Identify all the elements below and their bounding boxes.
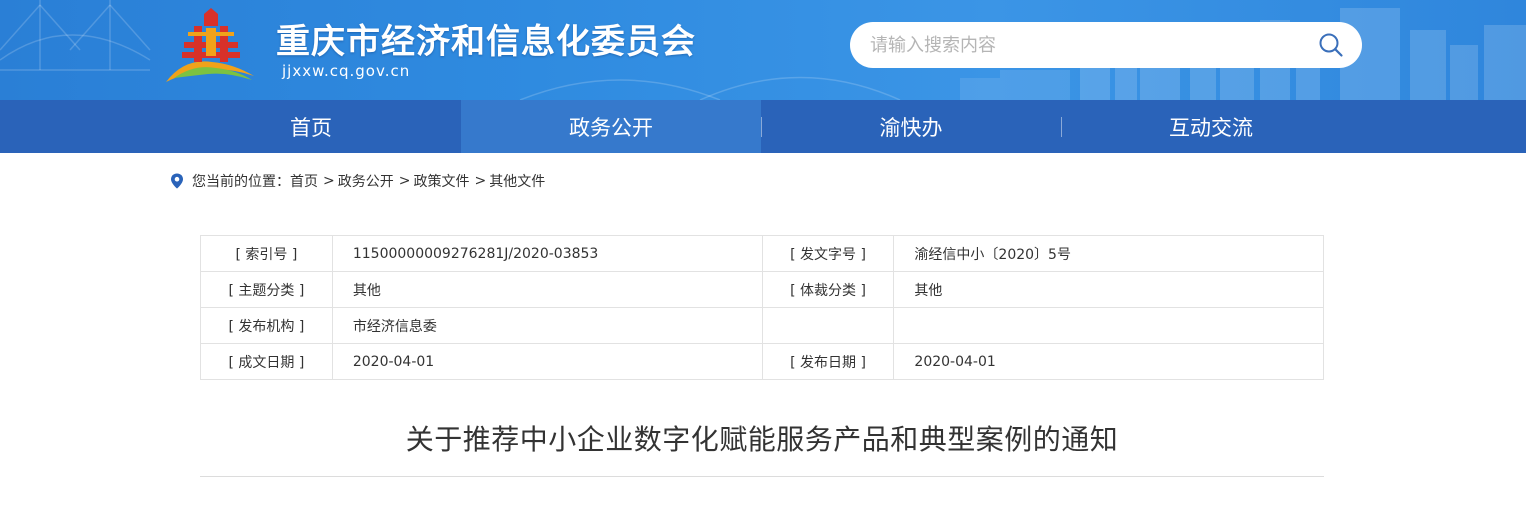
meta-label: [ 发布机构 ] [200, 307, 333, 344]
breadcrumb-other-documents[interactable]: 其他文件 [489, 171, 545, 191]
nav-item-government-affairs[interactable]: 政务公开 [461, 100, 761, 153]
meta-value: 市经济信息委 [331, 307, 763, 344]
breadcrumb-separator: > [398, 173, 411, 189]
search-icon[interactable] [1318, 32, 1344, 58]
site-header: 重庆市经济和信息化委员会 jjxxw.cq.gov.cn [0, 0, 1526, 100]
nav-item-yukuaiban[interactable]: 渝快办 [761, 100, 1061, 153]
meta-label: [ 成文日期 ] [200, 343, 333, 380]
meta-label: [ 体裁分类 ] [761, 271, 895, 308]
meta-value: 11500000009276281J/2020-03853 [331, 235, 763, 272]
breadcrumb-separator: > [323, 173, 335, 189]
title-divider [200, 476, 1324, 477]
breadcrumb-government-affairs[interactable]: 政务公开 [338, 171, 394, 191]
nav-item-home[interactable]: 首页 [161, 100, 461, 153]
table-row: [ 主题分类 ] 其他 [ 体裁分类 ] 其他 [200, 271, 1324, 308]
table-row: [ 发布机构 ] 市经济信息委 [200, 307, 1324, 344]
meta-value: 其他 [893, 271, 1324, 308]
main-nav: 首页 政务公开 渝快办 互动交流 [0, 100, 1526, 153]
document-metadata-table: [ 索引号 ] 11500000009276281J/2020-03853 [ … [200, 235, 1324, 380]
meta-value: 2020-04-01 [893, 343, 1324, 380]
site-title[interactable]: 重庆市经济和信息化委员会 [276, 14, 696, 63]
meta-value: 其他 [331, 271, 763, 308]
meta-label: [ 主题分类 ] [200, 271, 333, 308]
meta-value: 2020-04-01 [331, 343, 763, 380]
breadcrumb-prefix: 您当前的位置： [192, 174, 290, 190]
meta-label: [ 索引号 ] [200, 235, 333, 272]
article-title: 关于推荐中小企业数字化赋能服务产品和典型案例的通知 [405, 423, 1119, 456]
breadcrumb: 您当前的位置： 首页 > 政务公开 > 政策文件 > 其他文件 [170, 171, 545, 191]
search-box [850, 22, 1362, 68]
meta-label: [ 发文字号 ] [761, 235, 895, 272]
site-domain: jjxxw.cq.gov.cn [282, 62, 411, 80]
government-building-logo-icon [166, 8, 254, 82]
nav-item-interaction[interactable]: 互动交流 [1061, 100, 1361, 153]
meta-label: [ 发布日期 ] [761, 343, 895, 380]
table-row: [ 成文日期 ] 2020-04-01 [ 发布日期 ] 2020-04-01 [200, 343, 1324, 380]
meta-value: 渝经信中小〔2020〕5号 [893, 235, 1324, 272]
table-row: [ 索引号 ] 11500000009276281J/2020-03853 [ … [200, 235, 1324, 272]
meta-value [893, 307, 1324, 344]
meta-label [761, 307, 895, 344]
breadcrumb-policy-documents[interactable]: 政策文件 [413, 171, 469, 191]
location-pin-icon [171, 173, 183, 189]
breadcrumb-separator: > [474, 173, 487, 189]
breadcrumb-home[interactable]: 首页 [290, 171, 318, 191]
search-input[interactable] [868, 22, 1298, 68]
